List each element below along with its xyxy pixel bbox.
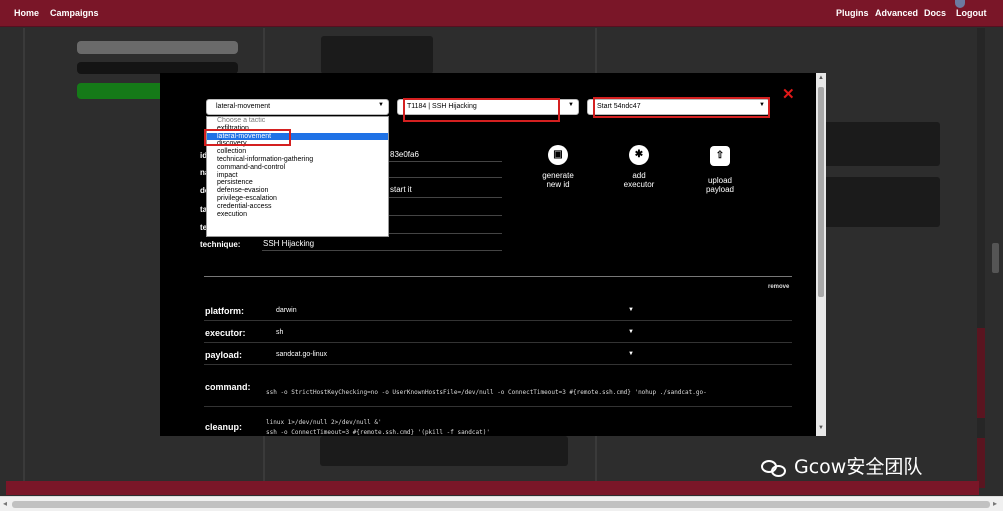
background-card	[812, 177, 940, 227]
executor-select[interactable]: sh	[276, 329, 283, 336]
technique-label: technique:	[200, 240, 241, 249]
payload-select[interactable]: sandcat.go-linux	[276, 351, 327, 358]
nav-plugins[interactable]: Plugins	[836, 8, 869, 18]
horizontal-scrollbar[interactable]: ◂ ▸	[0, 496, 1003, 511]
page: { "nav": { "home": "Home", "campaigns": …	[0, 0, 1003, 511]
tactic-option[interactable]: Choose a tactic	[207, 117, 388, 125]
tactic-option[interactable]: persistence	[207, 179, 388, 187]
tactic-option[interactable]: technical-information-gathering	[207, 156, 388, 164]
tactic-option[interactable]: impact	[207, 172, 388, 180]
nav-home[interactable]: Home	[14, 8, 39, 18]
platform-select[interactable]: darwin	[276, 307, 297, 314]
chevron-down-icon: ▼	[628, 351, 634, 357]
background-scroll-rail	[977, 28, 985, 488]
platform-label: platform:	[205, 306, 244, 316]
nav-docs[interactable]: Docs	[924, 8, 946, 18]
modal-scrollbar[interactable]: ▲ ▼	[816, 73, 826, 436]
cleanup-label: cleanup:	[205, 422, 243, 432]
background-search	[77, 41, 238, 54]
id-card-icon: ▣	[548, 145, 568, 165]
top-nav: Home Campaigns Plugins Advanced Docs Log…	[0, 0, 1003, 27]
add-executor-button[interactable]: ✱ add executor	[609, 145, 669, 189]
background-divider	[23, 28, 25, 481]
watermark: Gcow安全团队	[760, 452, 922, 479]
id-value: 83e0fa6	[390, 150, 419, 159]
executor-divider	[204, 276, 792, 277]
tactic-option[interactable]: execution	[207, 211, 388, 219]
payload-label: payload:	[205, 350, 243, 360]
side-tab[interactable]	[992, 243, 999, 273]
upload-payload-button[interactable]: ⇧ upload payload	[690, 146, 750, 194]
close-icon[interactable]: ✕	[782, 87, 795, 102]
technique-highlight	[403, 98, 560, 122]
tactic-option[interactable]: defense-evasion	[207, 187, 388, 195]
chevron-down-icon: ▼	[568, 102, 574, 108]
chevron-down-icon: ▼	[378, 102, 384, 108]
ability-highlight	[593, 97, 770, 118]
nav-campaigns[interactable]: Campaigns	[50, 8, 99, 18]
avatar[interactable]	[955, 0, 965, 8]
command-label: command:	[205, 382, 251, 392]
tactic-option[interactable]: privilege-escalation	[207, 195, 388, 203]
wechat-icon	[760, 457, 790, 479]
watermark-text: Gcow安全团队	[794, 456, 923, 478]
cleanup-textarea[interactable]: ssh -o ConnectTimeout=3 #{remote.ssh.cmd…	[266, 408, 790, 436]
run-icon: ✱	[629, 145, 649, 165]
remove-executor-link[interactable]: remove	[768, 284, 789, 290]
nav-advanced[interactable]: Advanced	[875, 8, 918, 18]
background-card	[812, 122, 940, 166]
technique-value: SSH Hijacking	[263, 239, 315, 248]
executor-label: executor:	[205, 328, 246, 338]
tactic-highlight	[204, 129, 291, 146]
command-textarea[interactable]: ssh -o StrictHostKeyChecking=no -o UserK…	[266, 368, 790, 426]
generate-new-id-button[interactable]: ▣ generate new id	[528, 145, 588, 189]
tactic-option[interactable]: collection	[207, 148, 388, 156]
tactic-select-value: lateral-movement	[216, 103, 271, 110]
tactic-option[interactable]: credential-access	[207, 203, 388, 211]
nav-logout[interactable]: Logout	[956, 8, 987, 18]
description-value: start it	[390, 185, 412, 194]
bottom-bar	[6, 481, 979, 495]
chevron-down-icon: ▼	[628, 307, 634, 313]
background-card	[321, 36, 433, 74]
upload-icon: ⇧	[710, 146, 730, 166]
chevron-down-icon: ▼	[628, 329, 634, 335]
tactic-option[interactable]: command-and-control	[207, 164, 388, 172]
tactic-select[interactable]: lateral-movement ▼	[206, 99, 389, 115]
